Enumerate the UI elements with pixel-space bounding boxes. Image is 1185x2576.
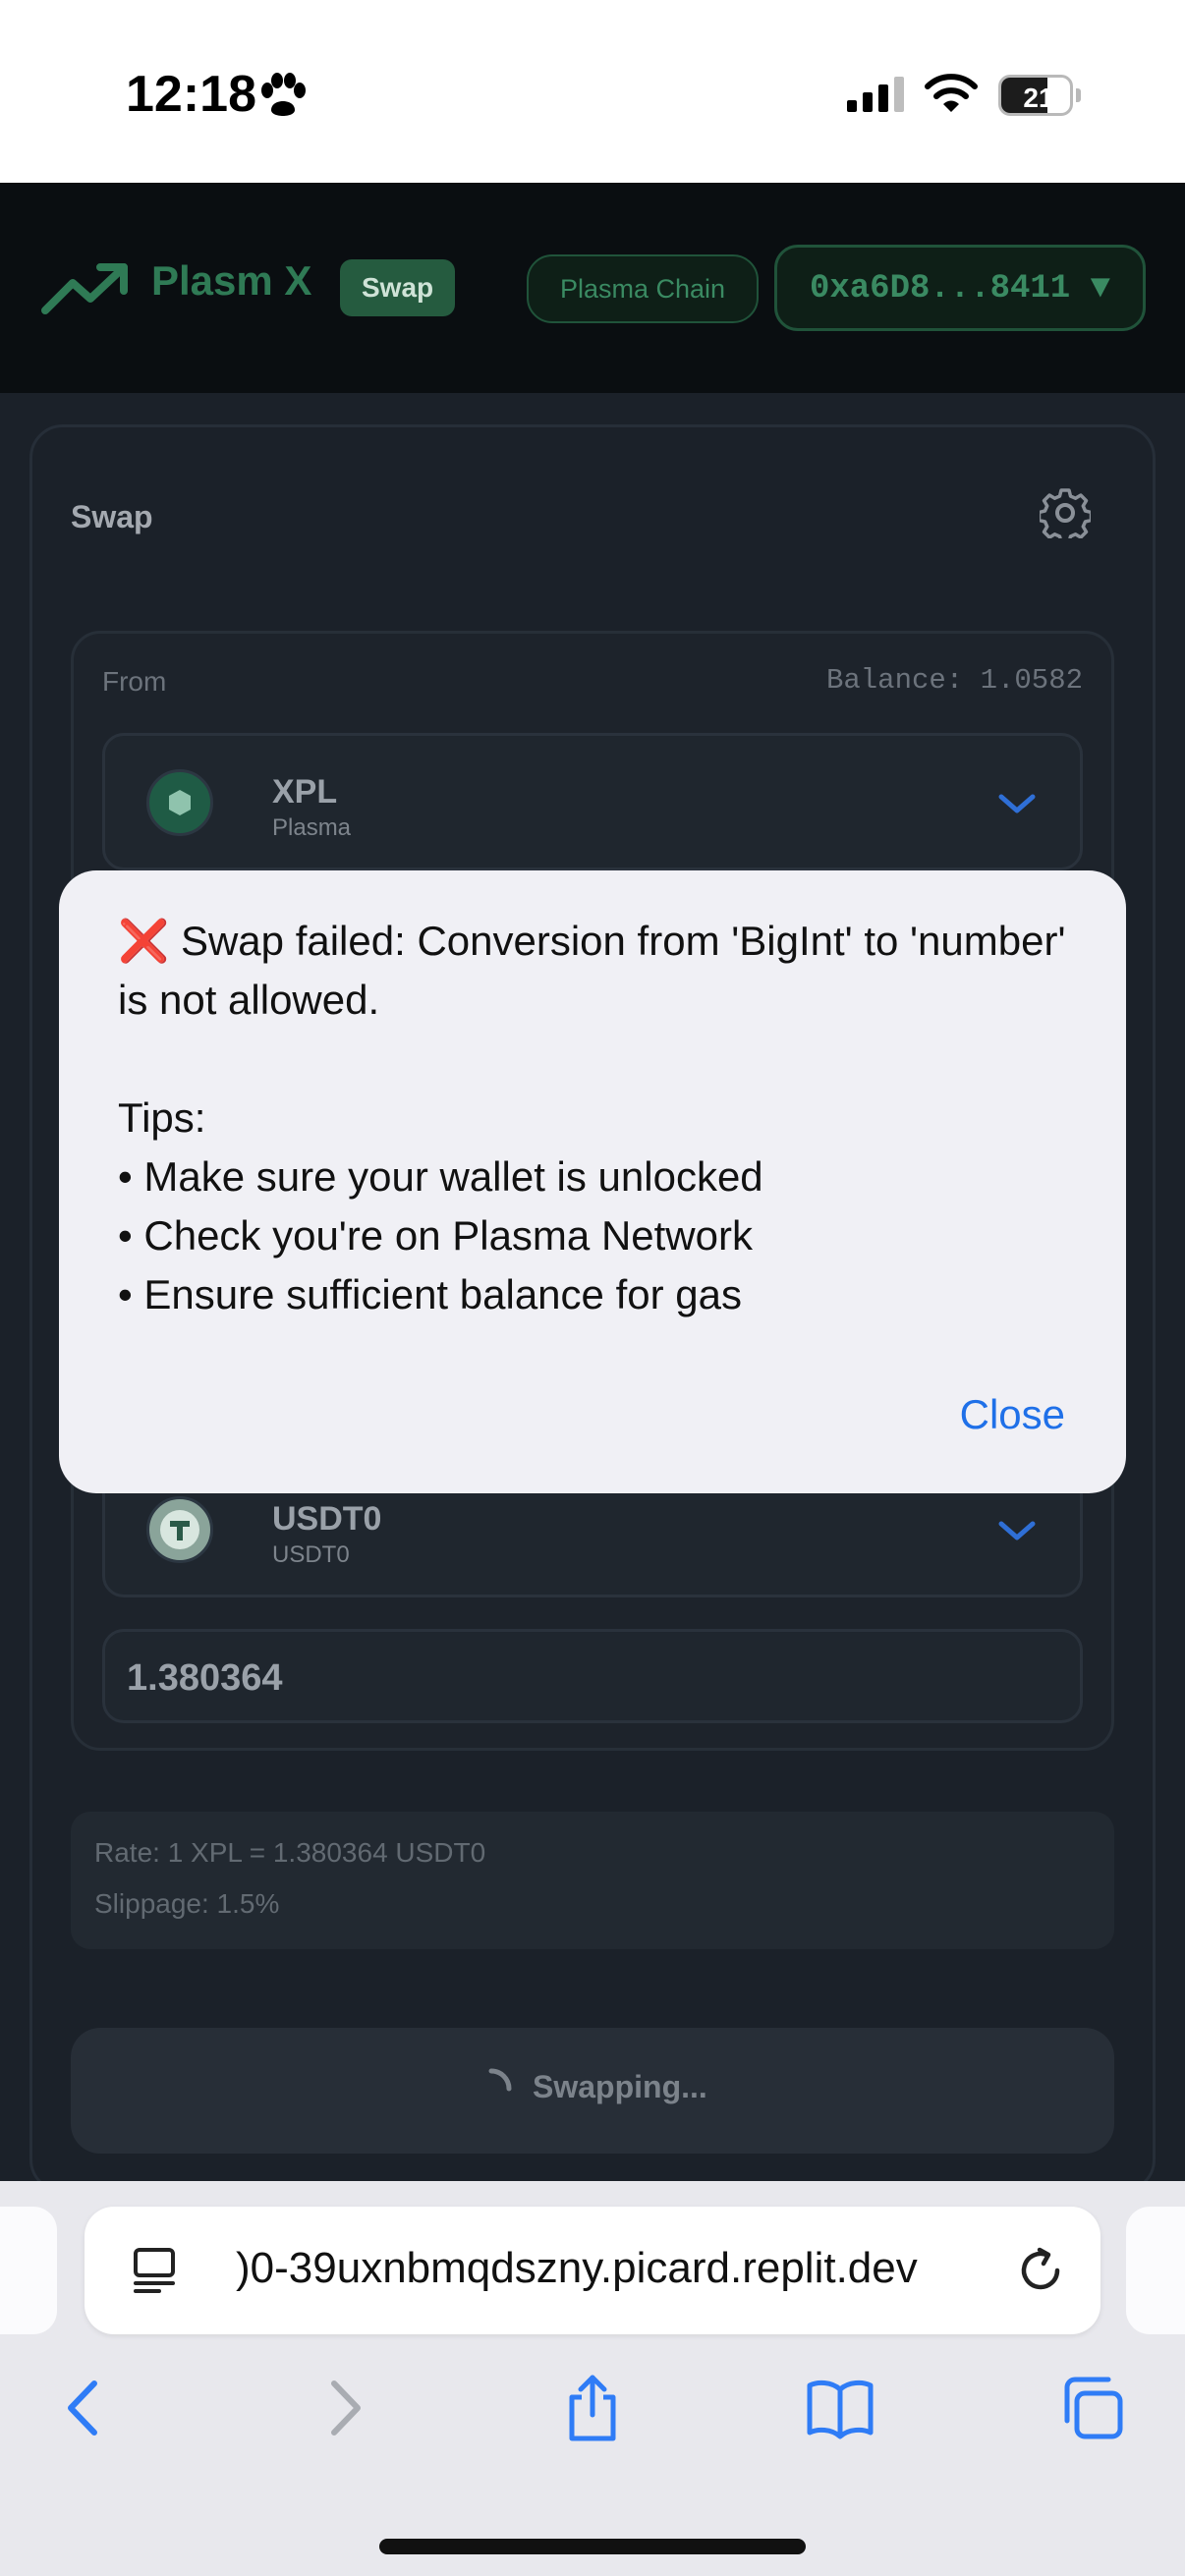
alert-message-text: Swap failed: Conversion from 'BigInt' to… — [118, 918, 1066, 1317]
swap-button-label: Swapping... — [533, 2069, 707, 2104]
chevron-down-icon — [998, 794, 1036, 813]
swap-button[interactable]: Swapping... — [71, 2028, 1114, 2154]
home-indicator — [379, 2539, 806, 2554]
battery-indicator: 21 — [998, 75, 1081, 116]
from-token-name: Plasma — [272, 814, 352, 841]
error-x-icon: ❌ — [118, 918, 170, 964]
card-title: Swap — [71, 499, 153, 534]
from-balance: Balance: 1.0582 — [825, 664, 1083, 697]
page-menu-icon[interactable] — [132, 2246, 177, 2295]
to-token-name: USDT0 — [272, 1541, 350, 1568]
from-token-symbol: XPL — [272, 773, 338, 811]
back-icon[interactable] — [51, 2374, 120, 2442]
paw-icon — [261, 73, 306, 116]
status-bar: 12:18 21 — [0, 0, 1185, 183]
address-bar[interactable]: )0-39uxnbmqdszny.picard.replit.dev — [85, 2207, 1100, 2334]
cellular-signal-icon — [847, 77, 904, 112]
from-token-select[interactable]: XPL Plasma — [102, 733, 1083, 870]
bookmarks-icon[interactable] — [806, 2374, 875, 2442]
share-icon[interactable] — [558, 2374, 627, 2442]
next-tab-preview[interactable] — [1126, 2207, 1185, 2334]
error-alert-dialog: ❌ Swap failed: Conversion from 'BigInt' … — [59, 870, 1126, 1493]
alert-close-button[interactable]: Close — [960, 1391, 1065, 1438]
reload-icon[interactable] — [1014, 2244, 1067, 2297]
xpl-token-icon — [146, 769, 213, 836]
status-time: 12:18 — [126, 66, 256, 123]
to-amount-value: 1.380364 — [127, 1657, 283, 1699]
chevron-down-icon — [998, 1521, 1036, 1540]
brand-name[interactable]: Plasm X — [151, 257, 311, 305]
trending-up-icon — [41, 263, 128, 314]
loading-spinner-icon — [488, 2068, 512, 2092]
previous-tab-preview[interactable] — [0, 2207, 57, 2334]
network-button[interactable]: Plasma Chain — [527, 254, 759, 323]
to-token-symbol: USDT0 — [272, 1500, 382, 1538]
alert-message: ❌ Swap failed: Conversion from 'BigInt' … — [118, 912, 1071, 1324]
usdt0-token-icon — [146, 1496, 213, 1563]
rate-text: Rate: 1 XPL = 1.380364 USDT0 — [94, 1837, 486, 1868]
wifi-icon — [925, 74, 978, 112]
slippage-text: Slippage: 1.5% — [94, 1888, 280, 1919]
tabs-icon[interactable] — [1057, 2374, 1126, 2442]
battery-level: 21 — [1023, 83, 1054, 113]
forward-icon[interactable] — [309, 2374, 377, 2442]
url-text: )0-39uxnbmqdszny.picard.replit.dev — [236, 2244, 918, 2292]
gear-icon[interactable] — [1040, 487, 1091, 538]
swap-badge: Swap — [340, 259, 456, 316]
from-label: From — [102, 666, 167, 697]
to-amount-field[interactable]: 1.380364 — [102, 1629, 1083, 1723]
wallet-button[interactable]: 0xa6D8...8411 ▼ — [774, 245, 1146, 331]
swap-info-panel: Rate: 1 XPL = 1.380364 USDT0 Slippage: 1… — [71, 1812, 1114, 1949]
